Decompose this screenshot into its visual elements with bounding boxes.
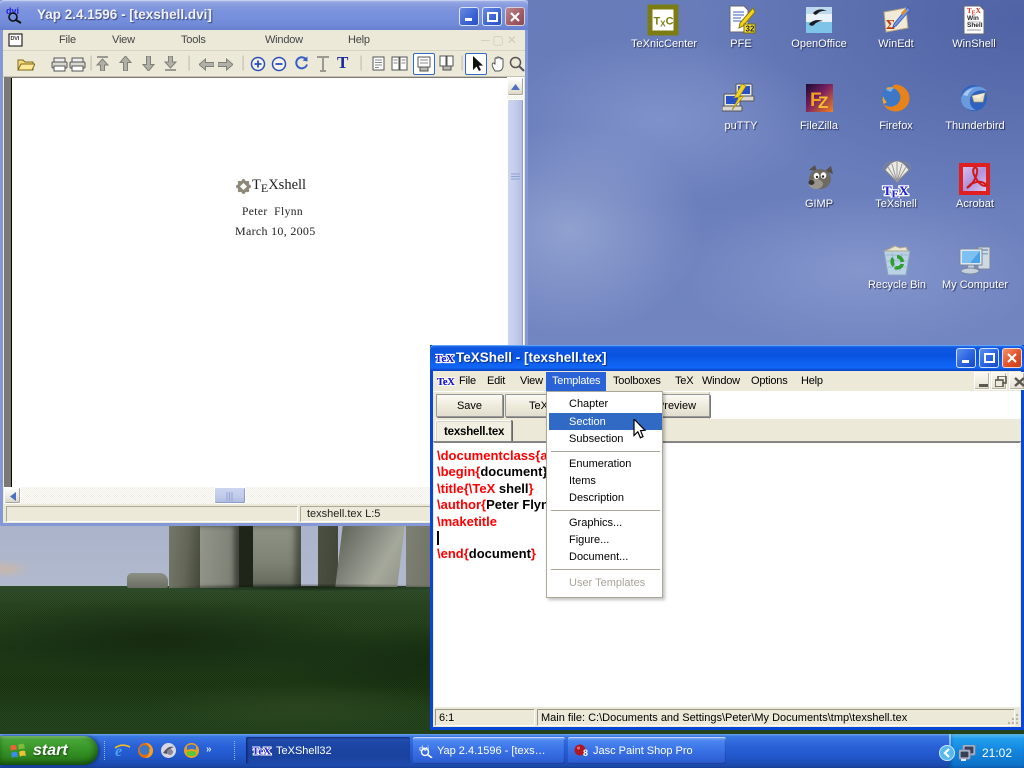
svg-text:Z: Z	[818, 93, 828, 112]
svg-text:TeX: TeX	[437, 377, 455, 388]
svg-text:32: 32	[746, 25, 755, 34]
svg-text:Win: Win	[967, 15, 979, 22]
svg-text:8: 8	[583, 748, 588, 758]
svg-text:TeX: TeX	[435, 353, 454, 365]
svg-text:DVI: DVI	[11, 36, 20, 42]
svg-text:Shell: Shell	[967, 22, 983, 29]
svg-text:TEX: TEX	[883, 183, 909, 198]
svg-text:TeX: TeX	[252, 746, 271, 758]
